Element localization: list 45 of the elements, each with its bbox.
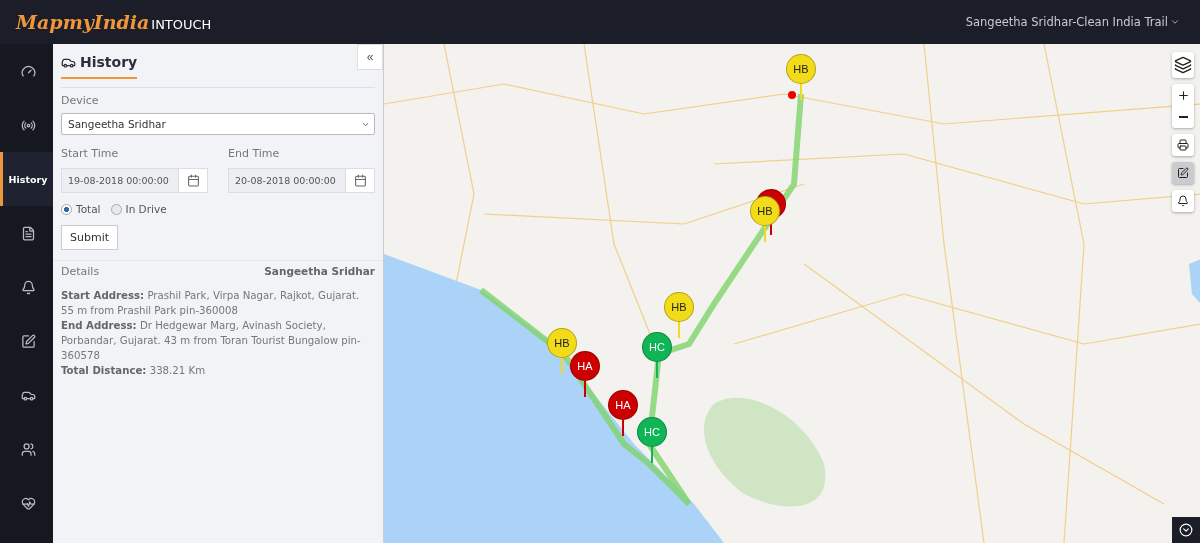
chevron-down-icon <box>1179 523 1193 537</box>
start-time-label: Start Time <box>61 147 120 160</box>
edit-icon <box>1177 167 1189 179</box>
detail-text: Total Distance: 338.21 Km <box>60 364 207 378</box>
calendar-button[interactable] <box>178 168 208 193</box>
bell-button[interactable] <box>1172 190 1194 212</box>
end-time-label: End Time <box>228 147 281 160</box>
device-select[interactable]: Sangeetha Sridhar <box>61 113 375 135</box>
logo-subtitle: INTOUCH <box>151 17 212 32</box>
caret-icon <box>1170 17 1180 27</box>
expand-button[interactable] <box>1172 517 1200 543</box>
calendar-icon <box>186 174 200 187</box>
users-icon <box>20 441 36 457</box>
detail-text: End Address: Dr Hedgewar Marg, Avinash Society, Porbandar, Gujarat. 43 m from Toran Tourist Bungalow pin-360578 <box>60 319 362 363</box>
calendar-icon <box>353 174 367 187</box>
submit-button[interactable]: Submit <box>61 225 119 250</box>
calendar-button[interactable] <box>345 168 375 193</box>
end-time-field[interactable]: 20-08-2018 00:00:00 <box>228 168 345 193</box>
collapse-button[interactable]: « <box>357 44 383 70</box>
radio-label: Total <box>76 203 101 215</box>
edit-icon <box>20 333 36 349</box>
minus-icon <box>1178 116 1188 118</box>
start-time-field[interactable]: 19-08-2018 00:00:00 <box>61 168 178 193</box>
radio-button[interactable] <box>61 203 72 215</box>
health-icon <box>20 495 36 511</box>
alerts-icon <box>20 279 36 295</box>
details-name: Sangeetha Sridhar <box>264 265 375 278</box>
details-label: Details <box>61 265 100 278</box>
report-icon <box>20 225 36 241</box>
panel-title: History <box>61 54 138 79</box>
device-label: Device <box>61 94 100 107</box>
print-button[interactable] <box>1172 134 1194 156</box>
radio-button[interactable] <box>110 203 122 215</box>
radio-label: In Drive <box>125 203 167 215</box>
sidebar-item[interactable]: History <box>0 152 53 206</box>
edit-button[interactable] <box>1172 162 1194 184</box>
bell-icon <box>1177 195 1189 207</box>
printer-icon <box>1177 139 1189 151</box>
logo-text: MapmyIndia <box>16 11 150 33</box>
user-menu[interactable]: Sangeetha Sridhar-Clean India Trail <box>959 14 1186 30</box>
detail-text: Start Address: Prashil Park, Virpa Nagar, Rajkot, Gujarat. 55 m from Prashil Park pin-360008 <box>60 289 361 318</box>
dashboard-icon <box>20 63 36 79</box>
layers-icon <box>1174 56 1192 74</box>
layers-button[interactable] <box>1172 52 1194 78</box>
plus-icon <box>1176 88 1190 102</box>
